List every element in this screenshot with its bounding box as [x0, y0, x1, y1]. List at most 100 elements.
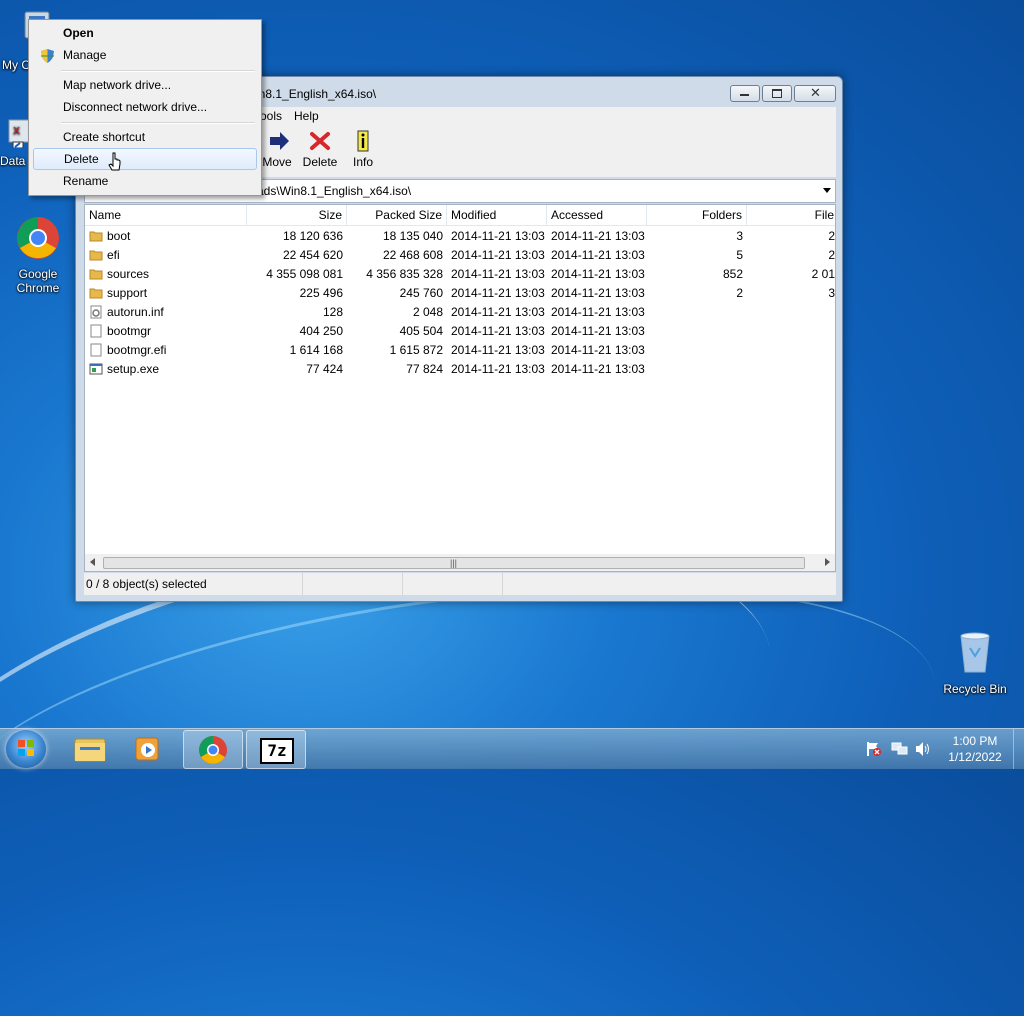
horizontal-scrollbar[interactable]: ||| — [85, 554, 835, 571]
row-modified: 2014-11-21 13:03 — [451, 362, 545, 376]
menu-item-open[interactable]: Open — [33, 22, 257, 44]
menu-item-disconnect-network-drive[interactable]: Disconnect network drive... — [33, 96, 257, 118]
start-button[interactable] — [6, 730, 46, 768]
row-size: 22 454 620 — [282, 248, 343, 262]
column-name[interactable]: Name — [85, 205, 247, 225]
row-packed-size: 2 048 — [412, 305, 443, 319]
desktop-icon-chrome[interactable]: Google Chrome — [3, 215, 73, 295]
folder-icon — [74, 738, 106, 762]
row-packed-size: 77 824 — [406, 362, 443, 376]
table-row[interactable]: autorun.inf 128 2 048 2014-11-21 13:03 2014-… — [85, 303, 835, 322]
table-row[interactable]: bootmgr 404 250 405 504 2014-11-21 13:03 201… — [85, 322, 835, 341]
table-row[interactable]: setup.exe 77 424 77 824 2014-11-21 13:03 201… — [85, 360, 835, 381]
mouse-cursor-icon — [108, 152, 124, 177]
taskbar-explorer[interactable] — [60, 730, 118, 767]
menu-item-manage[interactable]: Manage — [33, 44, 257, 66]
row-name: sources — [107, 267, 150, 281]
row-folders: 3 — [736, 229, 743, 243]
row-size: 225 496 — [299, 286, 343, 300]
table-row[interactable]: boot 18 120 636 18 135 040 2014-11-21 13:03… — [85, 227, 835, 246]
tray-network-icon[interactable] — [890, 741, 908, 760]
menu-item-label: Open — [63, 26, 94, 40]
window-title: in8.1_English_x64.iso\ — [256, 87, 377, 101]
menu-separator — [61, 70, 255, 72]
clock-time: 1:00 PM — [952, 734, 998, 748]
row-folders — [647, 341, 743, 360]
maximize-button[interactable] — [762, 85, 792, 102]
move-label: Move — [262, 155, 292, 169]
row-files: 2 — [828, 229, 835, 243]
row-name: setup.exe — [107, 362, 160, 376]
scroll-thumb[interactable]: ||| — [103, 557, 805, 569]
row-size: 77 424 — [306, 362, 343, 376]
row-size: 1 614 168 — [289, 343, 343, 357]
table-row[interactable]: bootmgr.efi 1 614 168 1 615 872 2014-11-21 … — [85, 341, 835, 360]
taskbar: 7z 1:00 PM 1/12/2022 — [0, 728, 1024, 769]
column-accessed[interactable]: Accessed — [547, 205, 647, 225]
menu-item-rename[interactable]: Rename — [33, 170, 257, 192]
column-header: Name Size Packed Size Modified Accessed … — [85, 205, 835, 226]
row-accessed: 2014-11-21 13:03 — [551, 267, 645, 281]
delete-button[interactable]: Delete — [297, 129, 343, 169]
menu-item-label: Disconnect network drive... — [63, 100, 208, 114]
taskbar-media-player[interactable] — [120, 730, 178, 767]
table-row[interactable]: sources 4 355 098 081 4 356 835 328 2014-11… — [85, 265, 835, 284]
column-folders[interactable]: Folders — [647, 205, 747, 225]
column-files[interactable]: File — [747, 205, 835, 225]
menu-separator — [61, 122, 255, 124]
column-modified[interactable]: Modified — [447, 205, 547, 225]
row-packed-size: 4 356 835 328 — [366, 267, 443, 281]
exe-file-icon — [89, 362, 103, 381]
close-icon: ✕ — [810, 85, 821, 100]
row-modified: 2014-11-21 13:03 — [451, 305, 545, 319]
column-size[interactable]: Size — [247, 205, 347, 225]
chevron-down-icon[interactable] — [823, 188, 831, 193]
table-row[interactable]: support 225 496 245 760 2014-11-21 13:03 201… — [85, 284, 835, 303]
tray-action-center-icon[interactable] — [866, 741, 882, 760]
desktop-icon-label: Google Chrome — [16, 267, 60, 295]
clock-date: 1/12/2022 — [948, 750, 1002, 764]
row-folders: 2 — [736, 286, 743, 300]
row-accessed: 2014-11-21 13:03 — [551, 229, 645, 243]
row-name: support — [107, 286, 148, 300]
minimize-button[interactable] — [730, 85, 760, 102]
tray-volume-icon[interactable] — [914, 741, 932, 760]
media-player-icon — [135, 737, 159, 761]
menu-item-label: Rename — [63, 174, 109, 188]
info-label: Info — [352, 155, 373, 169]
show-desktop-button[interactable] — [1013, 729, 1024, 769]
info-button[interactable]: Info — [340, 129, 386, 169]
row-accessed: 2014-11-21 13:03 — [551, 362, 645, 376]
menu-item-label: Map network drive... — [63, 78, 172, 92]
scroll-left-icon[interactable] — [90, 558, 95, 566]
menu-item-delete[interactable]: Delete — [33, 148, 257, 170]
row-folders: 852 — [722, 267, 743, 281]
row-size: 128 — [322, 305, 343, 319]
row-folders: 5 — [736, 248, 743, 262]
menu-item-create-shortcut[interactable]: Create shortcut — [33, 126, 257, 148]
desktop-icon-recycle-bin[interactable]: Recycle Bin — [940, 630, 1010, 696]
row-files — [747, 360, 835, 379]
scroll-right-icon[interactable] — [825, 558, 830, 566]
svg-text:x: x — [13, 123, 20, 137]
row-files — [747, 341, 835, 360]
status-divider — [502, 573, 503, 595]
close-button[interactable]: ✕ — [794, 85, 836, 102]
row-files — [747, 303, 835, 322]
chrome-icon — [199, 736, 227, 764]
column-packed-size[interactable]: Packed Size — [347, 205, 447, 225]
row-modified: 2014-11-21 13:03 — [451, 267, 545, 281]
clock[interactable]: 1:00 PM 1/12/2022 — [940, 733, 1010, 765]
delete-x-icon — [297, 129, 343, 153]
menu-help[interactable]: Help — [290, 109, 323, 123]
table-row[interactable]: efi 22 454 620 22 468 608 2014-11-21 13:03 2… — [85, 246, 835, 265]
menu-item-map-network-drive[interactable]: Map network drive... — [33, 74, 257, 96]
menu-item-label: Create shortcut — [63, 130, 146, 144]
taskbar-7zip[interactable]: 7z — [246, 730, 306, 769]
scroll-grip: ||| — [450, 558, 458, 568]
status-text: 0 / 8 object(s) selected — [86, 577, 207, 591]
taskbar-chrome[interactable] — [183, 730, 243, 769]
row-size: 404 250 — [299, 324, 343, 338]
row-files: 3 — [828, 286, 835, 300]
file-list[interactable]: Name Size Packed Size Modified Accessed … — [84, 204, 836, 572]
